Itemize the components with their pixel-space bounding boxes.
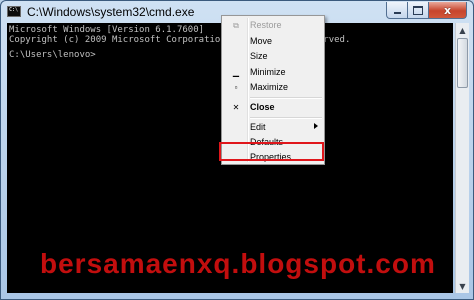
minimize-icon: ▁ [232, 68, 240, 77]
close-icon: ✕ [232, 103, 240, 112]
highlight-box [219, 142, 324, 161]
cmd-icon-text: C:\ [9, 7, 19, 13]
restore-icon: ⧉ [233, 20, 239, 30]
menu-item-edit[interactable]: Edit [224, 120, 322, 135]
menu-item-size[interactable]: Size [224, 49, 322, 64]
scroll-up-arrow-icon[interactable]: ▲ [456, 23, 469, 37]
menu-item-move[interactable]: Move [224, 34, 322, 49]
minimize-icon [393, 12, 401, 14]
scroll-down-arrow-icon[interactable]: ▼ [456, 279, 469, 293]
menu-item-label: Restore [250, 20, 282, 30]
submenu-arrow-icon [314, 123, 318, 129]
minimize-button[interactable] [386, 2, 408, 19]
menu-separator [250, 97, 322, 99]
menu-item-maximize[interactable]: ▫ Maximize [224, 80, 322, 95]
scroll-thumb[interactable] [457, 38, 468, 88]
watermark-text: bersamaenxq.blogspot.com [40, 248, 436, 279]
caption-buttons: x [386, 2, 467, 19]
menu-separator [250, 117, 322, 119]
vertical-scrollbar[interactable]: ▲ ▼ [455, 23, 469, 293]
menu-item-label: Maximize [250, 82, 289, 92]
menu-item-label: Close [250, 102, 275, 112]
maximize-button[interactable] [408, 2, 429, 19]
menu-item-label: Edit [250, 122, 266, 132]
menu-item-label: Move [250, 36, 273, 46]
menu-item-minimize[interactable]: ▁ Minimize [224, 65, 322, 80]
menu-item-label: Size [250, 51, 268, 61]
maximize-icon [413, 5, 423, 15]
cmd-app-icon[interactable]: C:\ [7, 6, 21, 17]
menu-item-close[interactable]: ✕ Close [224, 100, 322, 115]
close-icon: x [443, 3, 452, 17]
menu-item-label: Minimize [250, 67, 286, 77]
menu-item-restore[interactable]: ⧉ Restore [224, 18, 322, 33]
window-title: C:\Windows\system32\cmd.exe [27, 5, 195, 19]
maximize-icon: ▫ [234, 83, 238, 92]
close-button[interactable]: x [429, 2, 467, 19]
